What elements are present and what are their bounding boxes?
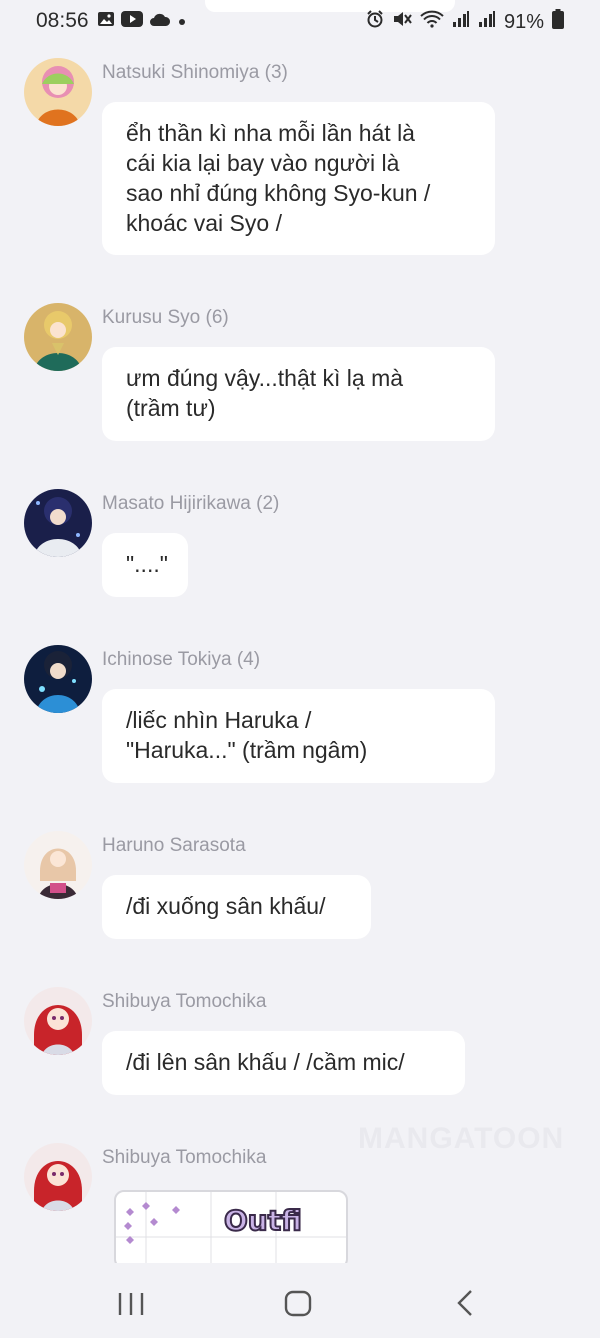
avatar[interactable] (24, 645, 92, 713)
signal-icon (478, 10, 496, 34)
sender-name: Masato Hijirikawa (2) (102, 493, 280, 514)
avatar[interactable] (24, 58, 92, 126)
avatar[interactable] (24, 303, 92, 371)
recent-apps-icon[interactable] (111, 1283, 151, 1323)
message-line: sao nhỉ đúng không Syo-kun / (126, 180, 431, 206)
gallery-icon (97, 10, 115, 33)
youtube-icon (121, 10, 143, 33)
message-line: "...." (126, 551, 168, 577)
message-line: /liếc nhìn Haruka / (126, 707, 312, 733)
message-bubble[interactable]: /liếc nhìn Haruka / "Haruka..." (trầm ng… (102, 689, 495, 783)
system-nav-bar (0, 1263, 600, 1338)
alarm-icon (366, 10, 384, 34)
mute-icon (392, 10, 412, 34)
battery-percent: 91% (503, 10, 544, 33)
avatar[interactable] (24, 831, 92, 899)
status-bar: 08:56 91% (0, 0, 600, 40)
message-bubble[interactable]: ưm đúng vậy...thật kì lạ mà (trầm tư) (102, 347, 495, 441)
home-icon[interactable] (278, 1283, 318, 1323)
message-bubble[interactable]: /đi lên sân khấu / /cầm mic/ (102, 1031, 465, 1095)
message-line: "Haruka..." (trầm ngâm) (126, 737, 368, 763)
cloud-icon (149, 10, 171, 33)
avatar[interactable] (24, 1143, 92, 1211)
sender-name: Shibuya Tomochika (102, 1147, 267, 1168)
watermark: MANGATOON (358, 1122, 565, 1155)
sender-name: Kurusu Syo (6) (102, 307, 229, 328)
message-line: /đi xuống sân khấu/ (126, 893, 326, 919)
message-bubble[interactable]: ểh thần kì nha mỗi lần hát là cái kia lạ… (102, 102, 495, 255)
dot-icon (177, 10, 187, 33)
message-line: (trầm tư) (126, 395, 216, 421)
sender-name: Natsuki Shinomiya (3) (102, 62, 288, 83)
back-icon[interactable] (446, 1283, 486, 1323)
message-bubble[interactable]: "...." (102, 533, 188, 597)
sticker-image[interactable]: Outfi (114, 1190, 348, 1269)
avatar[interactable] (24, 489, 92, 557)
avatar[interactable] (24, 987, 92, 1055)
sender-name: Shibuya Tomochika (102, 991, 267, 1012)
sender-name: Haruno Sarasota (102, 835, 246, 856)
message-line: ểh thần kì nha mỗi lần hát là (126, 120, 415, 146)
sticker-text: Outfi (224, 1204, 302, 1237)
message-line: cái kia lại bay vào người là (126, 150, 400, 176)
signal-icon (452, 10, 470, 34)
wifi-icon (420, 10, 444, 34)
message-bubble[interactable]: /đi xuống sân khấu/ (102, 875, 371, 939)
status-time: 08:56 (36, 9, 89, 32)
message-line: khoác vai Syo / (126, 210, 282, 236)
message-line: /đi lên sân khấu / /cầm mic/ (126, 1049, 405, 1075)
sender-name: Ichinose Tokiya (4) (102, 649, 261, 670)
battery-icon (552, 9, 564, 35)
message-line: ưm đúng vậy...thật kì lạ mà (126, 365, 404, 391)
